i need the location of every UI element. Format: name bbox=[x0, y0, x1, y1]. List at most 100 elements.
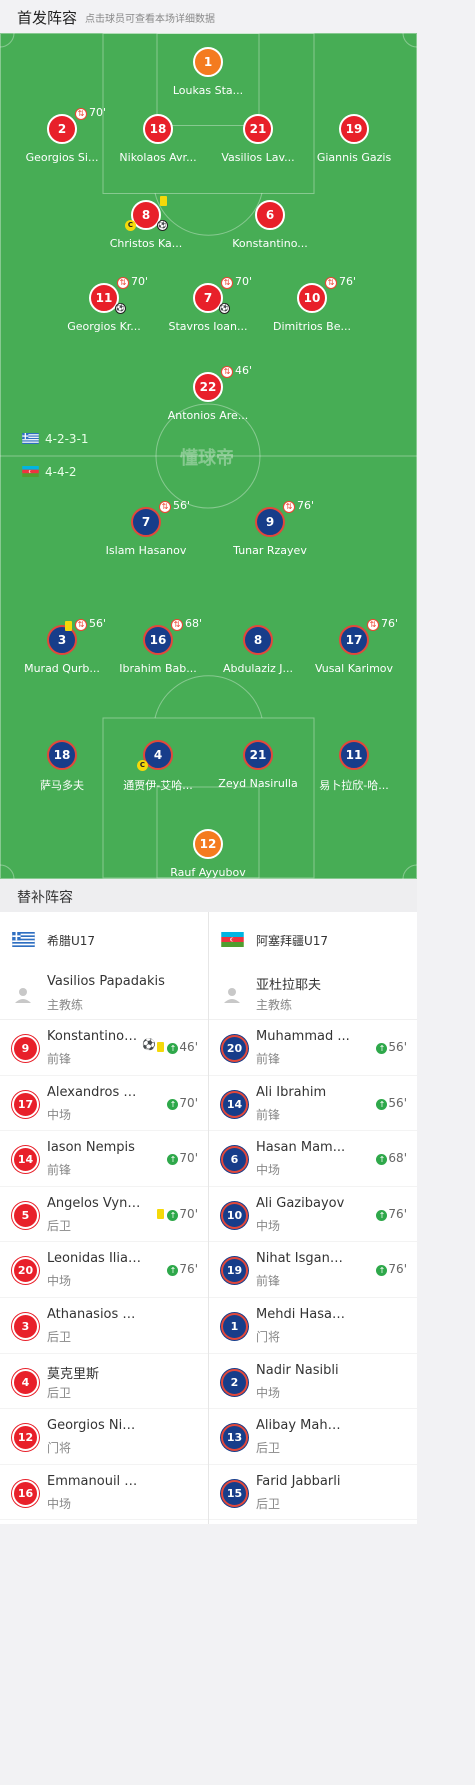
sub-in-time-value: 70' bbox=[179, 1206, 198, 1221]
home-player[interactable]: 8 Christos Ka... ⚽ C bbox=[91, 196, 201, 260]
sub-player-row[interactable]: 4 莫克里斯 后卫 bbox=[0, 1354, 208, 1410]
player-name: Dimitrios Be... bbox=[273, 320, 351, 333]
sub-player-position: 中场 bbox=[47, 1496, 72, 1511]
player-number: 18 bbox=[143, 114, 173, 144]
sub-player-name: 莫克里斯 bbox=[47, 1366, 100, 1382]
sub-in-time: ↑ 68' bbox=[376, 1151, 407, 1166]
sub-in-time: ↑ 76' bbox=[376, 1262, 407, 1277]
home-player[interactable]: 18 Nikolaos Avr... bbox=[103, 114, 213, 174]
home-player[interactable]: 7 Stavros Ioan... ⇅ 70' ⚽ bbox=[153, 275, 263, 343]
watermark: 懂球帝 bbox=[180, 448, 234, 469]
sub-in-arrow-icon: ↑ bbox=[376, 1154, 388, 1166]
player-name: Stavros Ioan... bbox=[168, 320, 248, 333]
sub-player-row[interactable]: 6 Hasan Mam... 中场 ↑ 68' bbox=[209, 1131, 417, 1187]
away-player[interactable]: 8 Abdulaziz J... bbox=[203, 625, 313, 685]
home-coach[interactable]: Vasilios Papadakis 主教练 bbox=[0, 964, 208, 1020]
substitution-icon: ⇅ bbox=[221, 277, 233, 289]
home-player[interactable]: 1 Loukas Sta... bbox=[153, 47, 263, 107]
sub-player-number: 17 bbox=[12, 1090, 39, 1118]
sub-in-time: ↑ 70' bbox=[167, 1096, 198, 1110]
substitution-icon: ⇅ bbox=[171, 619, 183, 631]
sub-player-row[interactable]: 14 Iason Nempis 前锋 ↑ 70' bbox=[0, 1131, 208, 1187]
goal-ball-icon: ⚽ bbox=[115, 303, 126, 314]
sub-player-number: 14 bbox=[221, 1090, 248, 1118]
greece-flag-icon bbox=[12, 932, 35, 947]
away-team-header[interactable]: 阿塞拜疆U17 bbox=[209, 912, 417, 964]
sub-in-arrow-icon: ↑ bbox=[376, 1098, 388, 1110]
sub-player-row[interactable]: 1 Mehdi Hasanov 门将 bbox=[209, 1298, 417, 1354]
substitution-icon: ⇅ bbox=[75, 619, 87, 631]
home-player[interactable]: 10 Dimitrios Be... ⇅ 76' bbox=[257, 275, 367, 343]
sub-player-row[interactable]: 16 Emmanouil C... 中场 bbox=[0, 1465, 208, 1521]
home-player[interactable]: 19 Giannis Gazis bbox=[299, 114, 409, 174]
sub-player-name: Ali Ibrahim bbox=[256, 1084, 327, 1100]
player-name: Vusal Karimov bbox=[314, 662, 394, 675]
substitution-time: 76' bbox=[339, 275, 357, 288]
away-player[interactable]: 12 Rauf Ayyubov bbox=[153, 829, 263, 879]
sub-player-number: 20 bbox=[12, 1257, 39, 1285]
player-name: Konstantino... bbox=[232, 237, 308, 250]
away-coach-role: 主教练 bbox=[256, 998, 293, 1012]
sub-player-row[interactable]: 20 Muhammad ... 前锋 ↑ 56' bbox=[209, 1020, 417, 1076]
sub-player-row[interactable]: 13 Alibay Mahm... 后卫 bbox=[209, 1409, 417, 1465]
goal-ball-icon: ⚽ bbox=[142, 1038, 156, 1051]
substitution-time: 68' bbox=[185, 617, 203, 630]
away-player[interactable]: 18 萨马多夫 bbox=[7, 740, 117, 800]
sub-player-row[interactable]: 3 Athanasios C... 后卫 bbox=[0, 1298, 208, 1354]
away-player[interactable]: 16 Ibrahim Bab... ⇅ 68' bbox=[103, 617, 213, 685]
sub-in-time: ↑ 76' bbox=[376, 1207, 407, 1221]
sub-player-row[interactable]: 14 Ali Ibrahim 前锋 ↑ 56' bbox=[209, 1076, 417, 1132]
away-coach[interactable]: 亚杜拉耶夫 主教练 bbox=[209, 964, 417, 1020]
sub-in-time-value: 76' bbox=[179, 1262, 198, 1277]
azerbaijan-flag-icon bbox=[22, 466, 39, 477]
sub-player-name: Muhammad ... bbox=[256, 1029, 350, 1044]
sub-player-row[interactable]: 10 Ali Gazibayov 中场 ↑ 76' bbox=[209, 1187, 417, 1243]
yellow-card-icon bbox=[160, 196, 167, 206]
away-player[interactable]: 21 Zeyd Nasirulla bbox=[203, 740, 313, 800]
sub-player-row[interactable]: 5 Angelos Vyntra 后卫 ↑ 70' bbox=[0, 1187, 208, 1243]
player-name: Georgios Si... bbox=[25, 151, 99, 164]
captain-badge: C bbox=[125, 220, 136, 231]
away-player[interactable]: 11 易卜拉欣-哈... bbox=[299, 740, 409, 800]
player-name: Islam Hasanov bbox=[105, 544, 187, 557]
sub-player-row[interactable]: 20 Leonidas Ilias... 中场 ↑ 76' bbox=[0, 1242, 208, 1298]
sub-player-number: 2 bbox=[221, 1368, 248, 1396]
sub-player-number: 1 bbox=[221, 1313, 248, 1340]
home-coach-role: 主教练 bbox=[47, 998, 84, 1012]
sub-player-row[interactable]: 9 Konstantinos ... 前锋 ↑ 46' ⚽ bbox=[0, 1020, 208, 1076]
player-number: 8 bbox=[243, 625, 273, 655]
sub-player-position: 后卫 bbox=[47, 1330, 72, 1344]
player-number: 3 bbox=[47, 625, 77, 655]
away-player[interactable]: 17 Vusal Karimov ⇅ 76' bbox=[299, 617, 409, 685]
home-player[interactable]: 22 Antonios Are... ⇅ 46' bbox=[153, 364, 263, 432]
player-name: Vasilios Lav... bbox=[221, 151, 295, 164]
sub-in-arrow-icon: ↑ bbox=[376, 1209, 388, 1221]
sub-player-row[interactable]: 2 Nadir Nasibli 中场 bbox=[209, 1354, 417, 1410]
sub-player-position: 门将 bbox=[256, 1330, 281, 1344]
home-player[interactable]: 2 Georgios Si... ⇅ 70' bbox=[7, 106, 117, 174]
sub-player-position: 后卫 bbox=[256, 1441, 281, 1456]
sub-player-row[interactable]: 15 Farid Jabbarli 后卫 bbox=[209, 1465, 417, 1521]
sub-player-name: Leonidas Ilias... bbox=[47, 1251, 142, 1267]
sub-player-position: 前锋 bbox=[256, 1274, 281, 1289]
yellow-card-icon bbox=[157, 1208, 164, 1219]
sub-player-number: 14 bbox=[12, 1146, 39, 1174]
player-name: Abdulaziz J... bbox=[222, 662, 294, 675]
sub-player-name: Hasan Mam... bbox=[256, 1140, 346, 1156]
substitution-time: 76' bbox=[297, 499, 315, 512]
home-team-header[interactable]: 希腊U17 bbox=[0, 912, 208, 964]
home-player[interactable]: 6 Konstantino... bbox=[215, 200, 325, 260]
sub-player-name: Athanasios C... bbox=[47, 1307, 142, 1322]
sub-player-row[interactable]: 19 Nihat Isganda... 前锋 ↑ 76' bbox=[209, 1242, 417, 1298]
home-player[interactable]: 21 Vasilios Lav... bbox=[203, 114, 313, 174]
sub-player-position: 中场 bbox=[47, 1274, 72, 1289]
sub-player-row[interactable]: 12 Georgios Nik... 门将 bbox=[0, 1409, 208, 1465]
sub-player-position: 后卫 bbox=[47, 1385, 72, 1400]
player-number: 1 bbox=[193, 47, 223, 77]
away-player[interactable]: 7 Islam Hasanov ⇅ 56' bbox=[91, 499, 201, 567]
away-player[interactable]: 4 通贾伊-艾哈... C bbox=[103, 740, 213, 800]
sub-player-row[interactable]: 17 Alexandros M... 中场 ↑ 70' bbox=[0, 1076, 208, 1132]
home-player[interactable]: 11 Georgios Kr... ⇅ 70' ⚽ bbox=[49, 275, 159, 343]
away-player[interactable]: 3 Murad Qurb... ⇅ 56' bbox=[7, 617, 117, 685]
away-player[interactable]: 9 Tunar Rzayev ⇅ 76' bbox=[215, 499, 325, 567]
